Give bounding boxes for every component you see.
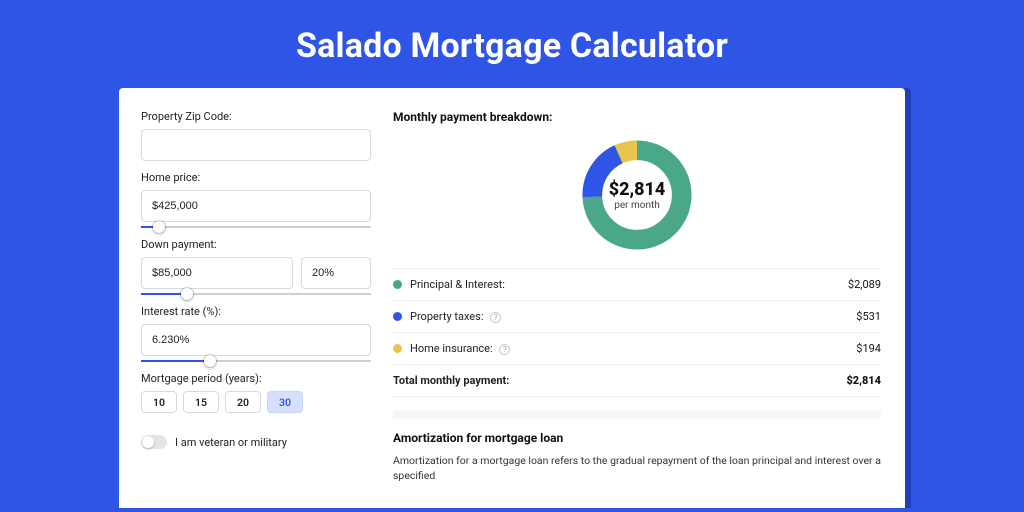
legend-dot: [393, 280, 402, 289]
breakdown-value: $194: [856, 342, 881, 355]
breakdown-label: Principal & Interest:: [410, 278, 848, 291]
breakdown-value: $531: [856, 310, 881, 323]
page-title: Salado Mortgage Calculator: [0, 0, 1024, 88]
interest-slider-fill: [141, 360, 210, 362]
amortization-title: Amortization for mortgage loan: [393, 431, 881, 445]
legend-dot: [393, 344, 402, 353]
down-payment-pct-input[interactable]: [301, 257, 371, 289]
down-payment-slider-thumb[interactable]: [181, 288, 193, 300]
down-payment-label: Down payment:: [141, 238, 371, 251]
breakdown-list: Principal & Interest: $2,089Property tax…: [393, 268, 881, 397]
home-price-slider[interactable]: [141, 226, 371, 228]
breakdown-total-row: Total monthly payment:$2,814: [393, 365, 881, 397]
home-price-slider-thumb[interactable]: [153, 221, 165, 233]
period-option-20[interactable]: 20: [225, 391, 261, 413]
breakdown-column: Monthly payment breakdown: $2,814 per mo…: [379, 96, 905, 508]
period-option-30[interactable]: 30: [267, 391, 303, 413]
donut-chart: $2,814 per month: [578, 136, 696, 254]
interest-label: Interest rate (%):: [141, 305, 371, 318]
form-column: Property Zip Code: Home price: Down paym…: [119, 96, 379, 508]
donut-amount: $2,814: [609, 179, 666, 200]
home-price-label: Home price:: [141, 171, 371, 184]
home-price-input[interactable]: [141, 190, 371, 222]
breakdown-value: $2,089: [848, 278, 881, 291]
veteran-toggle[interactable]: [141, 435, 167, 449]
zip-input[interactable]: [141, 129, 371, 161]
donut-sub: per month: [614, 200, 660, 211]
help-icon[interactable]: ?: [490, 312, 501, 323]
calculator-card: Property Zip Code: Home price: Down paym…: [119, 88, 905, 508]
period-label: Mortgage period (years):: [141, 372, 371, 385]
donut-chart-wrap: $2,814 per month: [393, 132, 881, 268]
breakdown-label: Property taxes: ?: [410, 310, 856, 323]
help-icon[interactable]: ?: [499, 344, 510, 355]
amortization-text: Amortization for a mortgage loan refers …: [393, 453, 881, 483]
total-label: Total monthly payment:: [393, 374, 846, 387]
veteran-label: I am veteran or military: [175, 436, 287, 449]
down-payment-slider[interactable]: [141, 293, 371, 295]
zip-label: Property Zip Code:: [141, 110, 371, 123]
breakdown-row: Property taxes: ?$531: [393, 301, 881, 333]
breakdown-label: Home insurance: ?: [410, 342, 856, 355]
period-option-10[interactable]: 10: [141, 391, 177, 413]
legend-dot: [393, 312, 402, 321]
period-option-15[interactable]: 15: [183, 391, 219, 413]
breakdown-row: Principal & Interest: $2,089: [393, 269, 881, 301]
interest-slider[interactable]: [141, 360, 371, 362]
period-options: 10 15 20 30: [141, 391, 371, 413]
total-value: $2,814: [846, 374, 881, 387]
breakdown-title: Monthly payment breakdown:: [393, 110, 881, 124]
interest-input[interactable]: [141, 324, 371, 356]
down-payment-input[interactable]: [141, 257, 293, 289]
amortization-section: Amortization for mortgage loan Amortizat…: [393, 411, 881, 483]
interest-slider-thumb[interactable]: [204, 355, 216, 367]
breakdown-row: Home insurance: ?$194: [393, 333, 881, 365]
